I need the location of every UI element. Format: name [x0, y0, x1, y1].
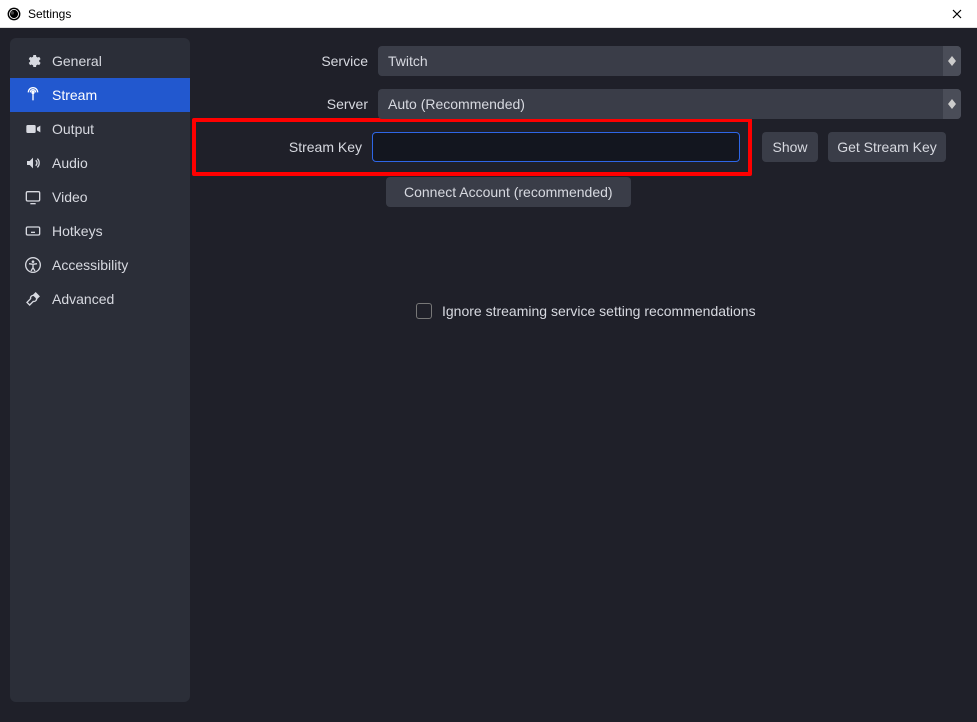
streamkey-input[interactable]	[372, 132, 740, 162]
sidebar-item-label: Output	[52, 121, 94, 137]
sidebar-item-stream[interactable]: Stream	[10, 78, 190, 112]
sidebar-item-hotkeys[interactable]: Hotkeys	[10, 214, 190, 248]
service-value: Twitch	[388, 53, 428, 69]
updown-icon	[943, 46, 961, 76]
sidebar-item-audio[interactable]: Audio	[10, 146, 190, 180]
monitor-icon	[24, 189, 42, 205]
output-icon	[24, 121, 42, 137]
speaker-icon	[24, 155, 42, 171]
service-select[interactable]: Twitch	[378, 46, 961, 76]
obs-app-icon	[6, 6, 22, 22]
sidebar-item-general[interactable]: General	[10, 44, 190, 78]
antenna-icon	[24, 87, 42, 103]
sidebar-item-accessibility[interactable]: Accessibility	[10, 248, 190, 282]
sidebar-item-label: Hotkeys	[52, 223, 103, 239]
ignore-recs-label: Ignore streaming service setting recomme…	[442, 303, 756, 319]
gear-icon	[24, 53, 42, 69]
streamkey-highlight: Stream Key	[192, 118, 752, 176]
tools-icon	[24, 291, 42, 307]
server-row: Server Auto (Recommended)	[200, 89, 961, 119]
connect-row: Connect Account (recommended)	[386, 177, 961, 207]
connect-account-button[interactable]: Connect Account (recommended)	[386, 177, 631, 207]
service-label: Service	[200, 53, 378, 69]
sidebar-item-video[interactable]: Video	[10, 180, 190, 214]
updown-icon	[943, 89, 961, 119]
sidebar-item-label: Video	[52, 189, 88, 205]
streamkey-row: Stream Key Show Get Stream Key	[200, 132, 961, 162]
settings-main-panel: Service Twitch Server Auto (Recommended)	[190, 28, 977, 722]
sidebar-item-label: Stream	[52, 87, 97, 103]
server-select[interactable]: Auto (Recommended)	[378, 89, 961, 119]
close-button[interactable]	[943, 0, 971, 28]
server-label: Server	[200, 96, 378, 112]
sidebar-item-label: Audio	[52, 155, 88, 171]
app-body: General Stream Output Audio Video	[0, 28, 977, 722]
show-button[interactable]: Show	[762, 132, 818, 162]
settings-sidebar: General Stream Output Audio Video	[10, 38, 190, 702]
sidebar-item-label: General	[52, 53, 102, 69]
sidebar-item-label: Advanced	[52, 291, 114, 307]
titlebar: Settings	[0, 0, 977, 28]
service-row: Service Twitch	[200, 46, 961, 76]
keyboard-icon	[24, 223, 42, 239]
sidebar-item-label: Accessibility	[52, 257, 128, 273]
sidebar-item-output[interactable]: Output	[10, 112, 190, 146]
sidebar-item-advanced[interactable]: Advanced	[10, 282, 190, 316]
streamkey-label: Stream Key	[196, 139, 372, 155]
ignore-recs-checkbox[interactable]	[416, 303, 432, 319]
accessibility-icon	[24, 257, 42, 273]
window-title: Settings	[28, 7, 943, 21]
server-value: Auto (Recommended)	[388, 96, 525, 112]
get-stream-key-button[interactable]: Get Stream Key	[828, 132, 946, 162]
ignore-recs-row: Ignore streaming service setting recomme…	[416, 303, 961, 319]
